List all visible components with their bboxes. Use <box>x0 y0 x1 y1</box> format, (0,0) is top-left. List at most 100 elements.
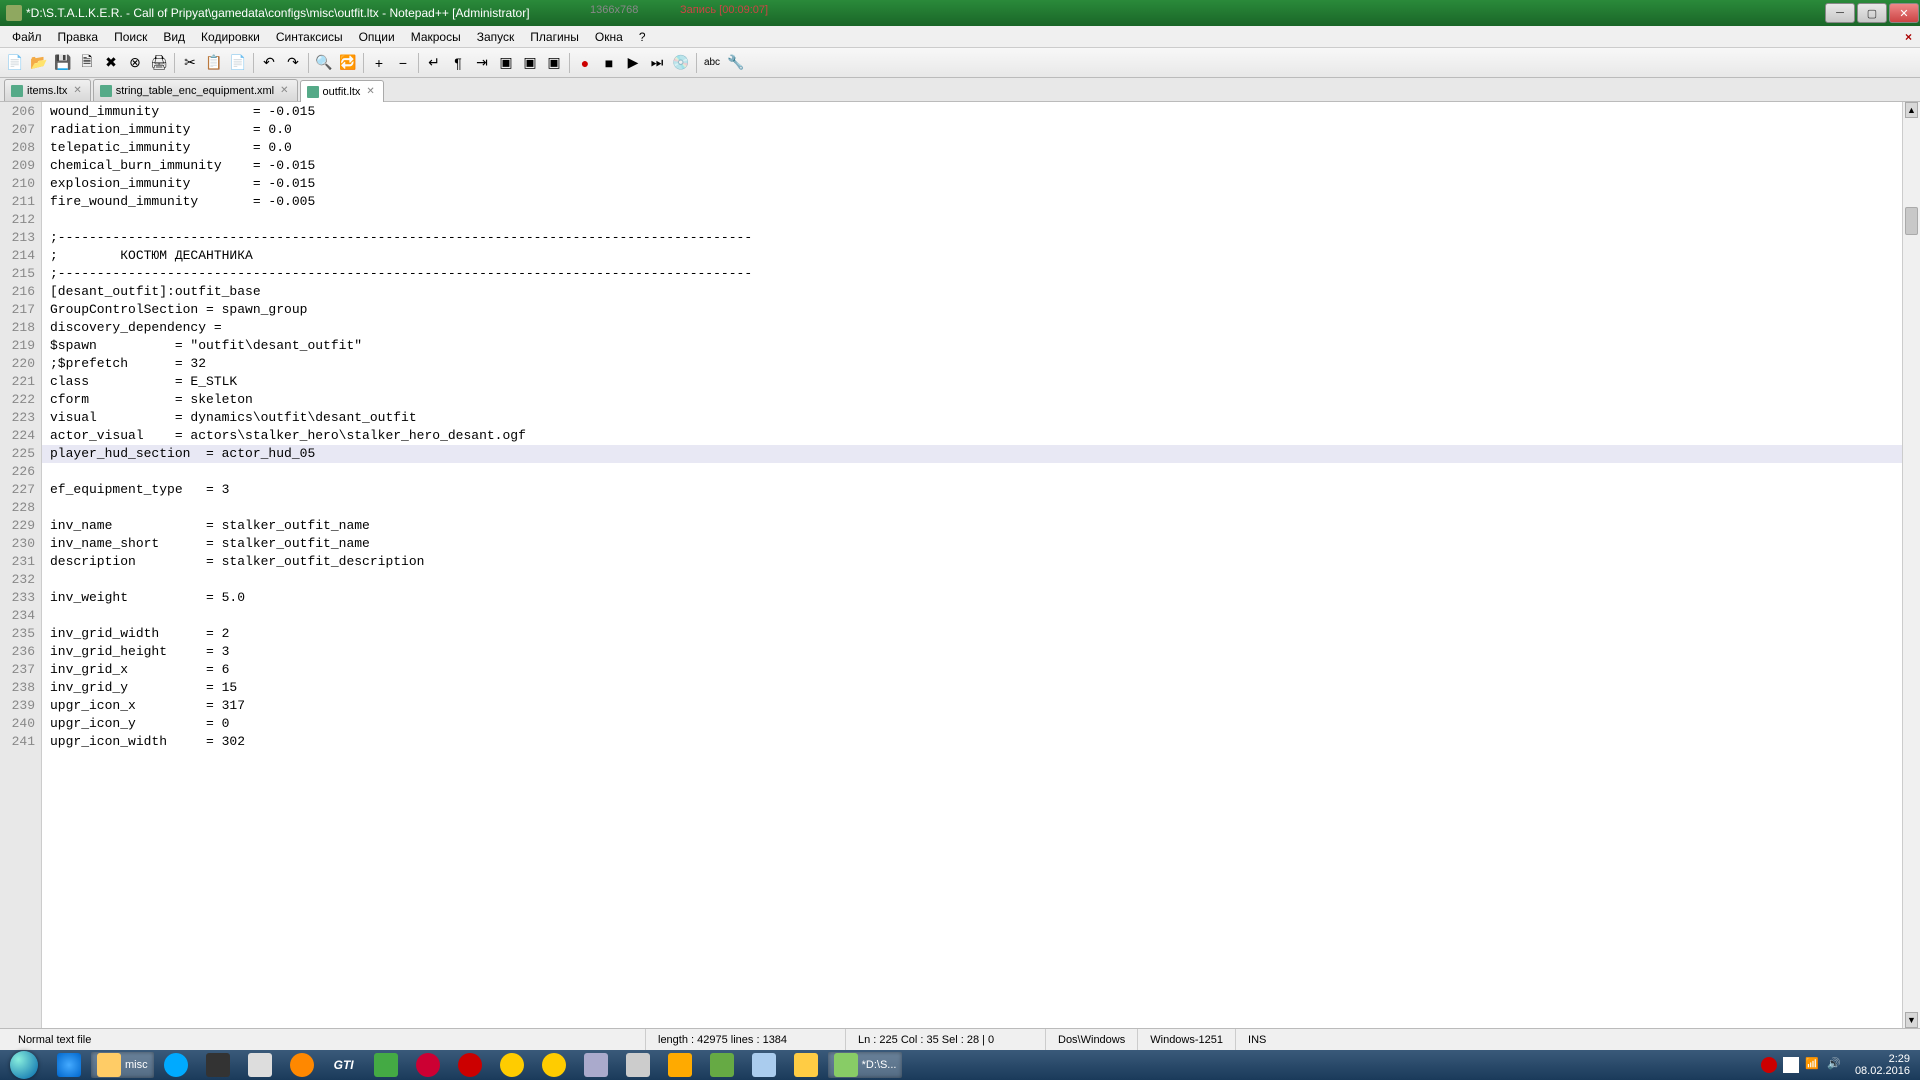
code-line[interactable]: inv_grid_y = 15 <box>42 679 1902 697</box>
menubar-close-icon[interactable]: × <box>1901 30 1916 44</box>
taskbar-app3[interactable] <box>366 1052 406 1078</box>
code-editor[interactable]: wound_immunity = -0.015radiation_immunit… <box>42 102 1902 1028</box>
taskbar-app5[interactable] <box>618 1052 658 1078</box>
tray-flag-icon[interactable] <box>1783 1057 1799 1073</box>
taskbar-app4[interactable] <box>576 1052 616 1078</box>
tray-network-icon[interactable]: 📶 <box>1805 1057 1821 1073</box>
new-file-button[interactable]: 📄 <box>4 52 26 74</box>
code-line[interactable]: explosion_immunity = -0.015 <box>42 175 1902 193</box>
macro-stop-button[interactable]: ■ <box>598 52 620 74</box>
zoom-in-button[interactable]: + <box>368 52 390 74</box>
tray-record-icon[interactable] <box>1761 1057 1777 1073</box>
indent-guide-button[interactable]: ⇥ <box>471 52 493 74</box>
menu-файл[interactable]: Файл <box>4 28 50 46</box>
code-line[interactable] <box>42 607 1902 625</box>
find-button[interactable]: 🔍 <box>313 52 335 74</box>
menu-кодировки[interactable]: Кодировки <box>193 28 268 46</box>
code-line[interactable]: ef_equipment_type = 3 <box>42 481 1902 499</box>
code-line[interactable]: ; КОСТЮМ ДЕСАНТНИКА <box>42 247 1902 265</box>
code-line[interactable]: $spawn = "outfit\desant_outfit" <box>42 337 1902 355</box>
replace-button[interactable]: 🔁 <box>337 52 359 74</box>
menu-запуск[interactable]: Запуск <box>469 28 523 46</box>
zoom-out-button[interactable]: − <box>392 52 414 74</box>
menu-опции[interactable]: Опции <box>351 28 403 46</box>
start-button[interactable] <box>0 1050 48 1080</box>
code-line[interactable]: inv_grid_width = 2 <box>42 625 1902 643</box>
code-line[interactable]: inv_grid_height = 3 <box>42 643 1902 661</box>
code-line[interactable]: upgr_icon_width = 302 <box>42 733 1902 751</box>
code-line[interactable]: chemical_burn_immunity = -0.015 <box>42 157 1902 175</box>
tab-close-icon[interactable]: ✕ <box>71 85 83 96</box>
code-line[interactable]: cform = skeleton <box>42 391 1902 409</box>
fold-button[interactable]: ▣ <box>495 52 517 74</box>
code-line[interactable] <box>42 463 1902 481</box>
code-line[interactable]: fire_wound_immunity = -0.005 <box>42 193 1902 211</box>
scroll-up-button[interactable]: ▲ <box>1905 102 1918 118</box>
code-line[interactable]: actor_visual = actors\stalker_hero\stalk… <box>42 427 1902 445</box>
code-line[interactable]: description = stalker_outfit_description <box>42 553 1902 571</box>
save-all-button[interactable]: 🗎 <box>76 52 98 74</box>
code-line[interactable]: inv_grid_x = 6 <box>42 661 1902 679</box>
func-list-button[interactable]: ▣ <box>543 52 565 74</box>
show-chars-button[interactable]: ¶ <box>447 52 469 74</box>
taskbar-app8[interactable] <box>744 1052 784 1078</box>
code-line[interactable]: player_hud_section = actor_hud_05 <box>42 445 1902 463</box>
taskbar-app9[interactable] <box>786 1052 826 1078</box>
taskbar-notepadpp[interactable]: *D:\S... <box>828 1052 903 1078</box>
macro-save-button[interactable]: 💿 <box>670 52 692 74</box>
minimize-button[interactable]: ─ <box>1825 3 1855 23</box>
close-all-button[interactable]: ⊗ <box>124 52 146 74</box>
copy-button[interactable]: 📋 <box>203 52 225 74</box>
print-button[interactable]: 🖨 <box>148 52 170 74</box>
spellcheck-button[interactable]: abc <box>701 52 723 74</box>
open-file-button[interactable]: 📂 <box>28 52 50 74</box>
code-line[interactable]: wound_immunity = -0.015 <box>42 103 1902 121</box>
tray-volume-icon[interactable]: 🔊 <box>1827 1057 1843 1073</box>
code-line[interactable]: ;---------------------------------------… <box>42 229 1902 247</box>
macro-play-button[interactable]: ▶ <box>622 52 644 74</box>
taskbar-radiation[interactable] <box>492 1052 532 1078</box>
code-line[interactable]: visual = dynamics\outfit\desant_outfit <box>42 409 1902 427</box>
paste-button[interactable]: 📄 <box>227 52 249 74</box>
taskbar-opera[interactable] <box>408 1052 448 1078</box>
tab-close-icon[interactable]: ✕ <box>364 86 376 97</box>
tab-close-icon[interactable]: ✕ <box>278 85 290 96</box>
code-line[interactable] <box>42 211 1902 229</box>
code-line[interactable]: [desant_outfit]:outfit_base <box>42 283 1902 301</box>
close-button[interactable]: ✕ <box>1889 3 1919 23</box>
code-line[interactable]: inv_name = stalker_outfit_name <box>42 517 1902 535</box>
code-line[interactable]: ;$prefetch = 32 <box>42 355 1902 373</box>
taskbar-gti[interactable]: GTI <box>324 1052 364 1078</box>
code-line[interactable]: inv_weight = 5.0 <box>42 589 1902 607</box>
save-button[interactable]: 💾 <box>52 52 74 74</box>
macro-record-button[interactable]: ● <box>574 52 596 74</box>
tab-outfit-ltx[interactable]: outfit.ltx✕ <box>300 80 384 102</box>
code-line[interactable]: telepatic_immunity = 0.0 <box>42 139 1902 157</box>
code-line[interactable] <box>42 499 1902 517</box>
wrap-button[interactable]: ↵ <box>423 52 445 74</box>
tab-string_table_enc_equipment-xml[interactable]: string_table_enc_equipment.xml✕ <box>93 79 298 101</box>
code-line[interactable]: radiation_immunity = 0.0 <box>42 121 1902 139</box>
taskbar-record[interactable] <box>450 1052 490 1078</box>
close-file-button[interactable]: ✖ <box>100 52 122 74</box>
menu-поиск[interactable]: Поиск <box>106 28 155 46</box>
taskbar-app7[interactable] <box>702 1052 742 1078</box>
vertical-scrollbar[interactable]: ▲ ▼ <box>1902 102 1920 1028</box>
maximize-button[interactable]: ▢ <box>1857 3 1887 23</box>
code-line[interactable]: GroupControlSection = spawn_group <box>42 301 1902 319</box>
scroll-thumb[interactable] <box>1905 207 1918 235</box>
code-line[interactable]: class = E_STLK <box>42 373 1902 391</box>
taskbar-blender[interactable] <box>282 1052 322 1078</box>
undo-button[interactable]: ↶ <box>258 52 280 74</box>
tray-clock[interactable]: 2:29 08.02.2016 <box>1849 1053 1916 1077</box>
tab-items-ltx[interactable]: items.ltx✕ <box>4 79 91 101</box>
taskbar-skype[interactable] <box>156 1052 196 1078</box>
redo-button[interactable]: ↷ <box>282 52 304 74</box>
doc-map-button[interactable]: ▣ <box>519 52 541 74</box>
code-line[interactable]: ;---------------------------------------… <box>42 265 1902 283</box>
code-line[interactable] <box>42 571 1902 589</box>
taskbar-radiation2[interactable] <box>534 1052 574 1078</box>
taskbar-app1[interactable] <box>198 1052 238 1078</box>
menu-синтаксисы[interactable]: Синтаксисы <box>268 28 351 46</box>
code-line[interactable]: upgr_icon_x = 317 <box>42 697 1902 715</box>
